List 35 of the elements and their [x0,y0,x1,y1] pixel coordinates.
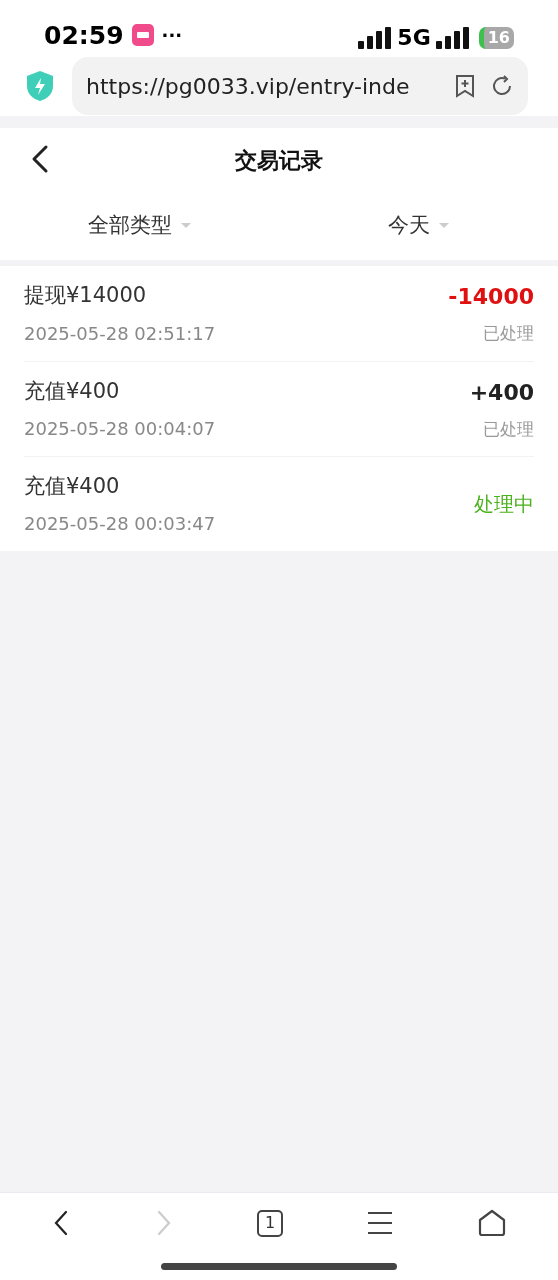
tabs-button[interactable]: 1 [256,1209,283,1237]
back-button[interactable] [30,144,50,174]
transaction-time: 2025-05-28 02:51:17 [24,321,216,346]
shield-icon [26,70,54,102]
caret-icon [179,222,192,230]
bookmark-add-icon[interactable] [454,74,476,98]
transaction-title: 充值¥400 [24,377,121,405]
transaction-row[interactable]: 提现¥14000 2025-05-28 02:51:17 -14000 已处理 [24,266,534,361]
status-more: ··· [161,23,183,48]
transaction-row[interactable]: 充值¥400 2025-05-28 00:03:47 处理中 [24,456,534,551]
home-icon[interactable] [477,1209,506,1237]
transaction-time: 2025-05-28 00:03:47 [24,512,216,537]
menu-icon[interactable] [367,1211,394,1235]
app-icon [131,24,154,47]
transaction-status: 已处理 [483,322,534,346]
filter-dropdown[interactable]: 今天 [387,210,450,242]
transaction-time: 2025-05-28 00:04:07 [24,417,216,442]
address-bar[interactable]: https://pg0033.vip/entry-inde [72,57,528,115]
cellular-signal-icon [358,26,393,49]
transaction-title: 充值¥400 [24,472,121,500]
filter-dropdown[interactable]: 全部类型 [87,210,192,242]
battery-level: 16 [478,26,514,49]
transaction-status: 已处理 [483,417,534,441]
transaction-status: 处理中 [474,491,534,518]
transaction-title: 提现¥14000 [24,282,148,310]
url-text: https://pg0033.vip/entry-inde [86,72,411,101]
reload-icon[interactable] [490,74,514,98]
transaction-amount: +400 [469,378,534,407]
page-title: 交易记录 [235,146,323,175]
transaction-row[interactable]: 充值¥400 2025-05-28 00:04:07 +400 已处理 [24,361,534,456]
cellular-signal-icon [435,26,470,49]
transaction-amount: -14000 [448,283,534,312]
caret-icon [437,222,450,230]
status-time: 02:59 [44,19,124,52]
network-label: 5G [397,24,431,52]
